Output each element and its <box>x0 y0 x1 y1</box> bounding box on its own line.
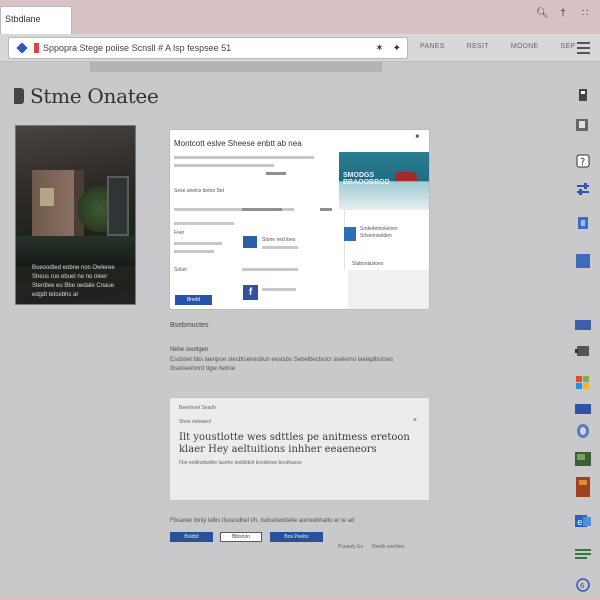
text-line <box>242 208 282 211</box>
screenshot-row-text: Stone ned ibes <box>262 237 296 243</box>
text-line <box>266 172 286 175</box>
url-text[interactable]: Sppopra Stege poiise Scnsll # A lsp fesp… <box>43 43 375 53</box>
nav-link-resit[interactable]: RESIT <box>467 43 489 50</box>
screenshot-close-icon[interactable]: ■ <box>415 134 419 140</box>
title-bar: Stbdlane 🔍︎ † ∷ <box>0 0 600 34</box>
card-blue-icon[interactable] <box>574 316 592 334</box>
footer-button-secondary[interactable]: Bos Peebs <box>270 532 323 542</box>
video-icon[interactable] <box>574 342 592 360</box>
hero-caption: Boeoodted eobne nos Owleree Sheus ruo eb… <box>32 265 115 298</box>
browser-tab[interactable]: Stbdlane <box>0 6 72 34</box>
footer-text: Fbsaree tbnly lelbs tlsoesdhel I/h, lsds… <box>170 518 355 524</box>
footer-button-primary[interactable]: Bnldtd <box>170 532 213 542</box>
side-text: Sodedetnnkeiom Srlseonselden <box>360 226 398 239</box>
ground-shape <box>16 236 135 266</box>
app-blue-icon[interactable] <box>574 252 592 270</box>
card-label: Shoe esteaeol <box>179 419 211 425</box>
text-line <box>242 268 298 271</box>
app-blue-icon[interactable] <box>344 227 356 241</box>
screenshot-row-text: Solan <box>174 267 187 273</box>
footer-meta-1: Pseaoly Es <box>338 544 364 550</box>
window-controls: 🔍︎ † ∷ <box>536 8 590 19</box>
site-logo[interactable]: Stme Onatee <box>14 84 159 108</box>
nav-link-modne[interactable]: MODNE <box>511 43 539 50</box>
translate-icon[interactable] <box>574 116 592 134</box>
help-icon[interactable]: ? <box>574 152 592 170</box>
side-caption: Slaboolastoes <box>352 261 384 267</box>
gray-panel <box>348 270 429 309</box>
favicon-icon <box>34 43 39 53</box>
section-label: Bsebmuctes <box>170 322 209 329</box>
text-line <box>174 242 222 245</box>
pin-icon[interactable]: † <box>558 8 568 19</box>
loading-strip <box>90 62 382 72</box>
text-line <box>174 250 214 253</box>
card-close-icon[interactable]: × <box>413 417 417 424</box>
car-shape <box>395 172 417 181</box>
book-icon[interactable] <box>574 477 592 497</box>
text-line <box>174 156 314 159</box>
footer-button-outline[interactable]: Blbsnon <box>220 532 262 542</box>
nav-link-panes[interactable]: PANES <box>420 43 445 50</box>
svg-text:?: ? <box>580 157 585 168</box>
shield-icon[interactable] <box>574 422 592 440</box>
subheading: Nkhe ovotlgen <box>170 347 209 353</box>
text-line <box>262 246 298 249</box>
search-icon[interactable]: 🔍︎ <box>536 8 549 19</box>
microsoft-icon[interactable] <box>574 374 592 392</box>
bolt-icon[interactable] <box>574 214 592 232</box>
window-shape <box>40 188 54 206</box>
address-bar[interactable]: Sppopra Stege poiise Scnsll # A lsp fesp… <box>8 37 408 59</box>
image-icon[interactable] <box>574 450 592 468</box>
svg-text:e: e <box>577 518 583 528</box>
text-line <box>262 288 296 291</box>
extensions-icon[interactable]: ✶ <box>375 43 383 54</box>
card-eyebrow: Beeshoet Seaoh <box>179 405 216 411</box>
flag-icon[interactable] <box>574 400 592 418</box>
nav-link-sep[interactable]: SEP <box>560 43 575 50</box>
screenshot-row-text: Sese anelcs dotoo Set <box>174 188 225 194</box>
footer-meta-2: Neetb eeehtes <box>372 544 405 550</box>
text-line <box>320 208 332 211</box>
logo-icon <box>14 88 24 104</box>
card-headline: Ilt youstlotte wes sdttles pe anitmess e… <box>179 432 410 455</box>
screenshot-title: Montcott eslve Sheese enbtt ab nea <box>174 139 302 148</box>
svg-text:6: 6 <box>580 582 585 590</box>
facebook-icon[interactable]: f <box>243 285 258 300</box>
outlook-icon[interactable]: e <box>574 512 592 530</box>
screenshot-blue-button[interactable]: Bnefd <box>175 295 212 305</box>
app-icon[interactable] <box>243 236 257 248</box>
hero-image[interactable]: Boeoodted eobne nos Owleree Sheus ruo eb… <box>15 125 136 305</box>
door-shape <box>107 176 129 236</box>
screenshot-row-text: Foer <box>174 230 185 236</box>
hamburger-menu-icon[interactable] <box>577 42 590 57</box>
paragraph: Esoboel bbs laenpoe stecbtsenesbuh eests… <box>170 357 394 372</box>
sliders-icon[interactable] <box>574 180 592 198</box>
browser-toolbar: Sppopra Stege poiise Scnsll # A lsp fesp… <box>0 34 600 62</box>
embedded-screenshot[interactable]: Montcott eslve Sheese enbtt ab nea ■ Ses… <box>169 129 430 310</box>
beach-image[interactable]: SMODGS BBAOOBBOD <box>339 152 429 210</box>
security-icon <box>16 42 28 54</box>
text-line <box>174 164 274 167</box>
promo-card[interactable]: Beeshoet Seaoh Shoe esteaeol × Ilt youst… <box>169 397 430 501</box>
bookmark-icon[interactable] <box>574 86 592 104</box>
grid-icon[interactable]: ∷ <box>580 8 590 19</box>
toolbar-links: PANES RESIT MODNE SEP <box>420 43 575 50</box>
beach-label: SMODGS BBAOOBBOD <box>343 172 390 186</box>
bookmark-star-icon[interactable]: ✦ <box>393 43 401 54</box>
bottom-edge <box>0 596 600 600</box>
logo-text: Stme Onatee <box>30 84 159 108</box>
card-subtext: Fbe eotlitodwdhe lasehe leelbldelt bcedi… <box>179 460 302 466</box>
text-line <box>174 222 234 225</box>
excel-icon[interactable] <box>574 546 592 564</box>
feedback-icon[interactable]: 6 <box>574 576 592 594</box>
